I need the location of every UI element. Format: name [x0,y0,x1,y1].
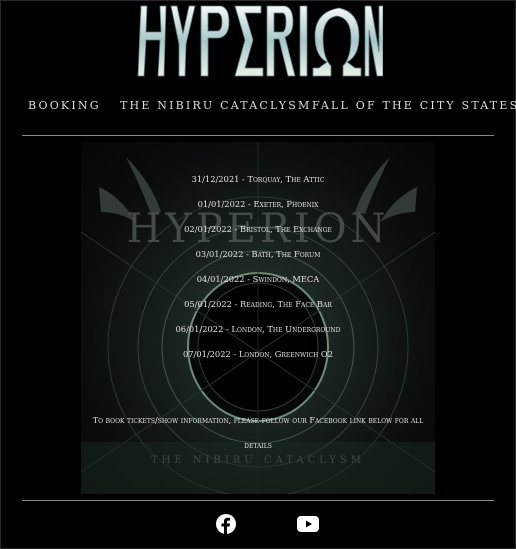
gig-date-item: 06/01/2022 - London, The Underground [175,324,341,334]
footer-divider [22,500,494,501]
main-nav: BOOKING THE NIBIRU CATACLYSM FALL OF THE… [0,99,516,117]
tour-poster: HYPERION 31/12/2021 - Torquay, The Attic… [81,142,435,494]
booking-info-text-2: details [244,440,272,450]
nav-fall-of-city-states[interactable]: FALL OF THE CITY STATES [312,99,516,112]
gig-date-item: 02/01/2022 - Bristol, The Exchange [184,224,332,234]
youtube-icon[interactable] [297,516,319,536]
nav-nibiru-cataclysm[interactable]: THE NIBIRU CATACLYSM [120,99,311,112]
booking-info-text: To book tickets/show information, please… [92,415,424,425]
gig-date-item: 05/01/2022 - Reading, The Face Bar [184,299,332,309]
nav-booking[interactable]: BOOKING [28,99,101,112]
facebook-icon[interactable] [216,514,236,538]
gig-date-item: 03/01/2022 - Bath, The Forum [195,249,321,259]
poster-album-title: THE NIBIRU CATACLYSM [150,455,366,466]
gig-date-item: 07/01/2022 - London, Greenwich O2 [182,349,334,359]
gig-date-item: 31/12/2021 - Torquay, The Attic [191,174,325,184]
gig-date-item: 04/01/2022 - Swindon, MECA [196,274,320,284]
header-divider [22,135,494,136]
band-logo[interactable] [0,0,516,82]
hyperion-logo-image [137,5,383,77]
gig-date-item: 01/01/2022 - Exeter, Phoenix [197,199,319,209]
